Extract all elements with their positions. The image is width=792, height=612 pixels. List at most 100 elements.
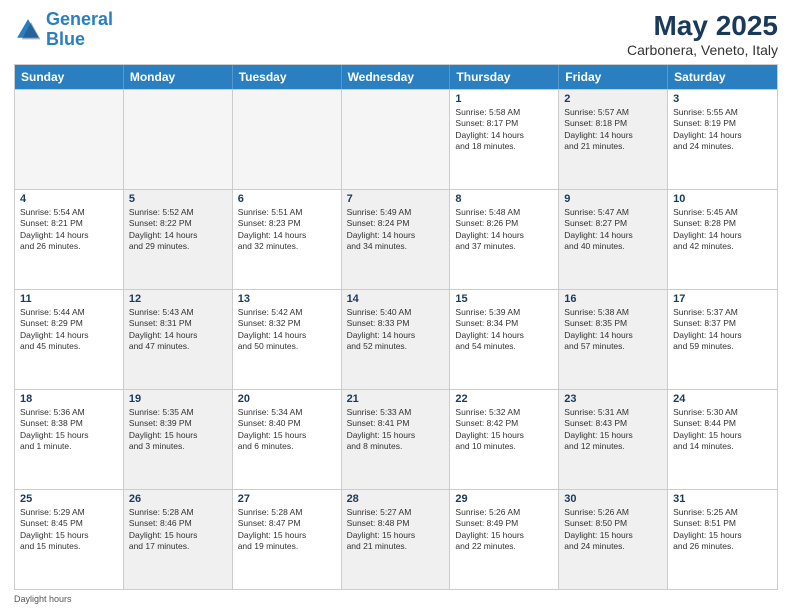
calendar-row: 18 Sunrise: 5:36 AM Sunset: 8:38 PM Dayli… [15, 389, 777, 489]
day-number: 19 [129, 393, 227, 405]
logo: General Blue [14, 10, 113, 50]
subtitle: Carbonera, Veneto, Italy [627, 42, 778, 58]
day-number: 10 [673, 193, 772, 205]
day-number: 11 [20, 293, 118, 305]
calendar-cell: 18 Sunrise: 5:36 AM Sunset: 8:38 PM Dayli… [15, 390, 124, 489]
calendar-cell: 26 Sunrise: 5:28 AM Sunset: 8:46 PM Dayli… [124, 490, 233, 589]
calendar-cell: 29Sunrise: 5:26 AM Sunset: 8:49 PM Dayli… [450, 490, 559, 589]
day-info: Sunrise: 5:26 AM Sunset: 8:50 PM Dayligh… [564, 507, 662, 553]
calendar-cell: 12Sunrise: 5:43 AM Sunset: 8:31 PM Dayli… [124, 290, 233, 389]
calendar: SundayMondayTuesdayWednesdayThursdayFrid… [14, 64, 778, 590]
calendar-cell: 20Sunrise: 5:34 AM Sunset: 8:40 PM Dayli… [233, 390, 342, 489]
day-number: 8 [455, 193, 553, 205]
calendar-header-cell: Wednesday [342, 65, 451, 89]
day-info: Sunrise: 5:31 AM Sunset: 8:43 PM Dayligh… [564, 407, 662, 453]
calendar-cell: 19 Sunrise: 5:35 AM Sunset: 8:39 PM Dayli… [124, 390, 233, 489]
calendar-row: 4Sunrise: 5:54 AM Sunset: 8:21 PM Daylig… [15, 189, 777, 289]
calendar-cell: 6 Sunrise: 5:51 AM Sunset: 8:23 PM Daylig… [233, 190, 342, 289]
calendar-cell [124, 90, 233, 189]
day-info: Sunrise: 5:44 AM Sunset: 8:29 PM Dayligh… [20, 307, 118, 353]
day-info: Sunrise: 5:36 AM Sunset: 8:38 PM Dayligh… [20, 407, 118, 453]
day-number: 31 [673, 493, 772, 505]
day-info: Sunrise: 5:55 AM Sunset: 8:19 PM Dayligh… [673, 107, 772, 153]
logo-line1: General [46, 9, 113, 29]
day-info: Sunrise: 5:47 AM Sunset: 8:27 PM Dayligh… [564, 207, 662, 253]
calendar-cell: 21Sunrise: 5:33 AM Sunset: 8:41 PM Dayli… [342, 390, 451, 489]
day-info: Sunrise: 5:25 AM Sunset: 8:51 PM Dayligh… [673, 507, 772, 553]
calendar-cell: 4Sunrise: 5:54 AM Sunset: 8:21 PM Daylig… [15, 190, 124, 289]
calendar-cell: 14Sunrise: 5:40 AM Sunset: 8:33 PM Dayli… [342, 290, 451, 389]
day-number: 14 [347, 293, 445, 305]
calendar-cell: 22 Sunrise: 5:32 AM Sunset: 8:42 PM Dayli… [450, 390, 559, 489]
day-info: Sunrise: 5:49 AM Sunset: 8:24 PM Dayligh… [347, 207, 445, 253]
logo-icon [14, 16, 42, 44]
title-block: May 2025 Carbonera, Veneto, Italy [627, 10, 778, 58]
calendar-row: 1 Sunrise: 5:58 AM Sunset: 8:17 PM Daylig… [15, 89, 777, 189]
day-info: Sunrise: 5:58 AM Sunset: 8:17 PM Dayligh… [455, 107, 553, 153]
day-info: Sunrise: 5:52 AM Sunset: 8:22 PM Dayligh… [129, 207, 227, 253]
calendar-cell: 23 Sunrise: 5:31 AM Sunset: 8:43 PM Dayli… [559, 390, 668, 489]
calendar-cell: 1 Sunrise: 5:58 AM Sunset: 8:17 PM Daylig… [450, 90, 559, 189]
calendar-header-cell: Sunday [15, 65, 124, 89]
day-number: 6 [238, 193, 336, 205]
day-info: Sunrise: 5:39 AM Sunset: 8:34 PM Dayligh… [455, 307, 553, 353]
day-number: 28 [347, 493, 445, 505]
day-number: 5 [129, 193, 227, 205]
calendar-cell: 11 Sunrise: 5:44 AM Sunset: 8:29 PM Dayli… [15, 290, 124, 389]
calendar-cell: 5 Sunrise: 5:52 AM Sunset: 8:22 PM Daylig… [124, 190, 233, 289]
day-info: Sunrise: 5:28 AM Sunset: 8:46 PM Dayligh… [129, 507, 227, 553]
day-number: 27 [238, 493, 336, 505]
main-title: May 2025 [627, 10, 778, 42]
day-number: 23 [564, 393, 662, 405]
calendar-row: 25 Sunrise: 5:29 AM Sunset: 8:45 PM Dayli… [15, 489, 777, 589]
day-info: Sunrise: 5:32 AM Sunset: 8:42 PM Dayligh… [455, 407, 553, 453]
calendar-header-cell: Thursday [450, 65, 559, 89]
calendar-cell: 24Sunrise: 5:30 AM Sunset: 8:44 PM Dayli… [668, 390, 777, 489]
calendar-cell: 17Sunrise: 5:37 AM Sunset: 8:37 PM Dayli… [668, 290, 777, 389]
day-info: Sunrise: 5:43 AM Sunset: 8:31 PM Dayligh… [129, 307, 227, 353]
day-number: 1 [455, 93, 553, 105]
calendar-header-cell: Monday [124, 65, 233, 89]
day-number: 30 [564, 493, 662, 505]
day-info: Sunrise: 5:42 AM Sunset: 8:32 PM Dayligh… [238, 307, 336, 353]
day-number: 24 [673, 393, 772, 405]
day-info: Sunrise: 5:35 AM Sunset: 8:39 PM Dayligh… [129, 407, 227, 453]
day-number: 9 [564, 193, 662, 205]
calendar-cell: 31 Sunrise: 5:25 AM Sunset: 8:51 PM Dayli… [668, 490, 777, 589]
day-number: 20 [238, 393, 336, 405]
day-number: 4 [20, 193, 118, 205]
header: General Blue May 2025 Carbonera, Veneto,… [14, 10, 778, 58]
logo-text: General Blue [46, 10, 113, 50]
day-info: Sunrise: 5:37 AM Sunset: 8:37 PM Dayligh… [673, 307, 772, 353]
day-info: Sunrise: 5:48 AM Sunset: 8:26 PM Dayligh… [455, 207, 553, 253]
footer: Daylight hours [14, 594, 778, 604]
calendar-cell: 16Sunrise: 5:38 AM Sunset: 8:35 PM Dayli… [559, 290, 668, 389]
calendar-cell: 10 Sunrise: 5:45 AM Sunset: 8:28 PM Dayli… [668, 190, 777, 289]
page: General Blue May 2025 Carbonera, Veneto,… [0, 0, 792, 612]
calendar-cell: 27 Sunrise: 5:28 AM Sunset: 8:47 PM Dayli… [233, 490, 342, 589]
calendar-cell [233, 90, 342, 189]
day-info: Sunrise: 5:45 AM Sunset: 8:28 PM Dayligh… [673, 207, 772, 253]
calendar-cell: 2Sunrise: 5:57 AM Sunset: 8:18 PM Daylig… [559, 90, 668, 189]
day-number: 25 [20, 493, 118, 505]
footer-text: Daylight hours [14, 594, 72, 604]
day-number: 22 [455, 393, 553, 405]
day-number: 3 [673, 93, 772, 105]
day-number: 18 [20, 393, 118, 405]
calendar-header: SundayMondayTuesdayWednesdayThursdayFrid… [15, 65, 777, 89]
day-info: Sunrise: 5:38 AM Sunset: 8:35 PM Dayligh… [564, 307, 662, 353]
calendar-cell: 30 Sunrise: 5:26 AM Sunset: 8:50 PM Dayli… [559, 490, 668, 589]
logo-line2: Blue [46, 29, 85, 49]
calendar-cell: 9 Sunrise: 5:47 AM Sunset: 8:27 PM Daylig… [559, 190, 668, 289]
day-info: Sunrise: 5:51 AM Sunset: 8:23 PM Dayligh… [238, 207, 336, 253]
day-number: 26 [129, 493, 227, 505]
calendar-cell: 8 Sunrise: 5:48 AM Sunset: 8:26 PM Daylig… [450, 190, 559, 289]
day-info: Sunrise: 5:28 AM Sunset: 8:47 PM Dayligh… [238, 507, 336, 553]
calendar-cell: 3 Sunrise: 5:55 AM Sunset: 8:19 PM Daylig… [668, 90, 777, 189]
calendar-cell [15, 90, 124, 189]
day-info: Sunrise: 5:26 AM Sunset: 8:49 PM Dayligh… [455, 507, 553, 553]
day-info: Sunrise: 5:33 AM Sunset: 8:41 PM Dayligh… [347, 407, 445, 453]
day-number: 13 [238, 293, 336, 305]
day-info: Sunrise: 5:29 AM Sunset: 8:45 PM Dayligh… [20, 507, 118, 553]
day-info: Sunrise: 5:27 AM Sunset: 8:48 PM Dayligh… [347, 507, 445, 553]
